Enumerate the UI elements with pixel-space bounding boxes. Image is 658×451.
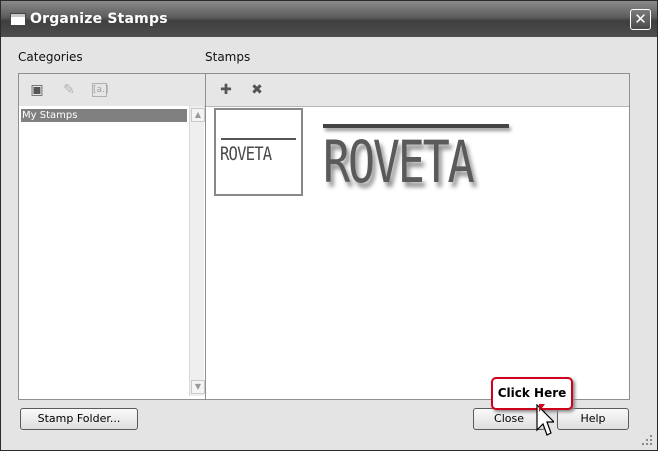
categories-scrollbar[interactable]: ▲ ▼ — [189, 106, 205, 396]
organize-stamps-dialog: Organize Stamps ✕ Categories Stamps ▣ ✎ … — [0, 0, 658, 451]
mouse-cursor-icon — [536, 404, 554, 436]
stamp-preview-text: ROVETA — [323, 128, 475, 196]
delete-category-icon[interactable]: ✎ — [59, 80, 79, 100]
add-stamp-icon[interactable]: ✚ — [216, 80, 236, 100]
resize-grip-icon[interactable] — [641, 434, 653, 446]
delete-stamp-icon[interactable]: ✖ — [247, 80, 267, 100]
stamps-grid: ROVETA ROVETA — [206, 108, 629, 399]
stamp-folder-button[interactable]: Stamp Folder... — [20, 408, 138, 430]
rename-category-icon[interactable]: [a.] — [92, 83, 108, 97]
stamp-thumbnail[interactable]: ROVETA — [214, 108, 303, 196]
window-close-button[interactable]: ✕ — [630, 9, 651, 30]
help-button[interactable]: Help — [557, 408, 629, 430]
add-category-icon[interactable]: ▣ — [27, 80, 47, 100]
window-title: Organize Stamps — [30, 11, 168, 27]
scroll-down-arrow-icon[interactable]: ▼ — [191, 380, 205, 394]
scroll-up-arrow-icon[interactable]: ▲ — [191, 108, 205, 122]
click-here-callout: Click Here — [491, 377, 573, 410]
title-bar[interactable]: Organize Stamps ✕ — [1, 1, 657, 37]
stamp-thumbnail-rule — [221, 138, 296, 140]
categories-panel: ▣ ✎ [a.] My Stamps ▲ ▼ — [18, 73, 206, 400]
stamps-label: Stamps — [205, 50, 251, 64]
categories-list: My Stamps — [19, 106, 189, 396]
categories-label: Categories — [18, 50, 83, 64]
window-icon — [10, 13, 26, 26]
close-button[interactable]: Close — [473, 408, 545, 430]
stamps-panel: ✚ ✖ ROVETA ROVETA — [205, 73, 630, 400]
category-item-my-stamps[interactable]: My Stamps — [21, 109, 187, 122]
categories-toolbar: ▣ ✎ [a.] — [19, 74, 205, 107]
stamp-thumbnail-text: ROVETA — [220, 143, 272, 165]
stamps-toolbar: ✚ ✖ — [206, 74, 629, 107]
